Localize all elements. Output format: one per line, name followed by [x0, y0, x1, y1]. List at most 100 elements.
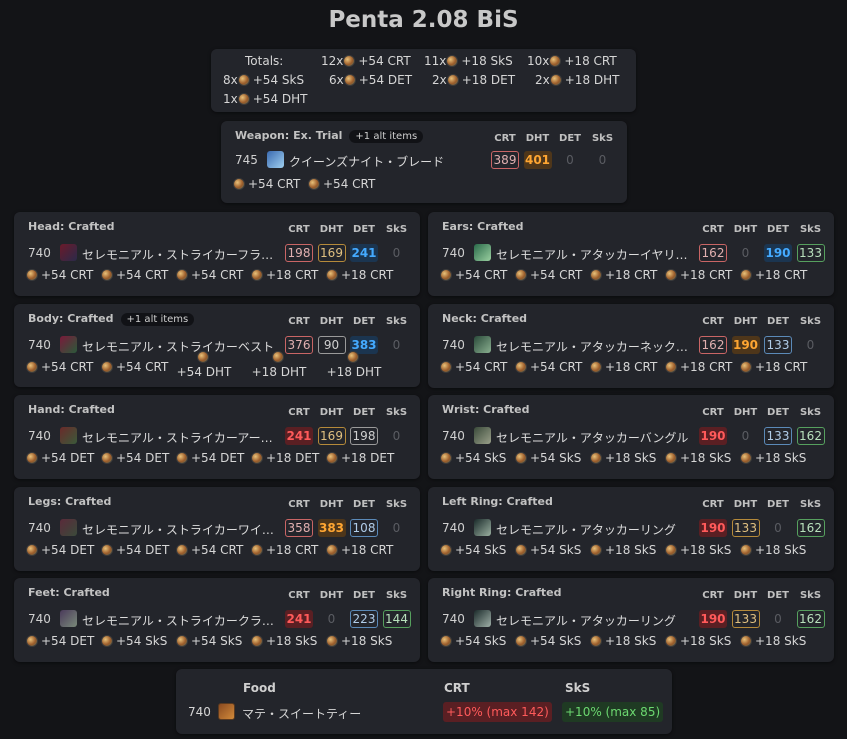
stat-value-crt: 241 [285, 427, 313, 445]
alt-items-badge[interactable]: +1 alt items [120, 313, 195, 326]
materia-icon [665, 361, 677, 373]
gear-card[interactable]: Hand: Crafted 740 セレモニアル・ストライカーアー… CRT 241 DH… [14, 395, 420, 479]
gear-card[interactable]: Head: Crafted 740 セレモニアル・ストライカーフラ… CRT 198 DH… [14, 212, 420, 296]
slot-label: Weapon: Ex. Trial [235, 129, 343, 142]
materia-slot: +18 SkS [590, 633, 656, 649]
totals-materia: +18 DET [461, 73, 516, 87]
totals-label: Totals: [245, 54, 284, 68]
materia-slot: +54 CRT [26, 359, 93, 375]
materia-slot: +54 SkS [515, 450, 581, 466]
item-level: 740 [28, 612, 51, 626]
stat-header-crt: CRT [288, 590, 310, 601]
stat-header-dht: DHT [733, 407, 758, 418]
materia-icon [271, 351, 284, 363]
materia-label: +18 CRT [605, 360, 658, 374]
gear-card[interactable]: Right Ring: Crafted 740 セレモニアル・アタッカーリング CRT… [428, 578, 834, 662]
gear-card[interactable]: Left Ring: Crafted 740 セレモニアル・アタッカーリング CRT 1… [428, 487, 834, 571]
stat-header-sks: SkS [799, 499, 822, 510]
materia-label: +54 DET [41, 634, 95, 648]
item-name[interactable]: セレモニアル・ストライカークラ… [82, 612, 278, 629]
materia-slot: +54 CRT [176, 267, 243, 283]
stat-header-dht: DHT [733, 499, 758, 510]
materia-icon [251, 452, 263, 464]
totals-count: 6x [329, 73, 344, 87]
slot-label: Wrist: Crafted [442, 403, 530, 416]
totals-count: 12x [321, 54, 344, 68]
earring-icon [474, 244, 491, 261]
gear-card[interactable]: Ears: Crafted 740 セレモニアル・アタッカーイヤリ… CRT 162 DH… [428, 212, 834, 296]
gear-card[interactable]: Wrist: Crafted 740 セレモニアル・アタッカーバングル CRT 190 D… [428, 395, 834, 479]
materia-slot: +18 CRT [326, 542, 393, 558]
stat-header-sks: SkS [385, 499, 408, 510]
materia-icon [326, 269, 338, 281]
materia-label: +54 CRT [116, 360, 169, 374]
stat-value-sks: 0 [598, 153, 607, 167]
stat-header-det: DET [353, 407, 375, 418]
item-name[interactable]: クイーンズナイト・ブレード [289, 153, 479, 170]
gear-card[interactable]: Feet: Crafted 740 セレモニアル・ストライカークラ… CRT 241 DH… [14, 578, 420, 662]
materia-label: +54 CRT [248, 177, 301, 191]
materia-slot: +18 DET [251, 450, 319, 466]
materia-label: +18 SkS [680, 451, 732, 465]
item-name[interactable]: セレモニアル・アタッカーイヤリ… [496, 246, 692, 263]
item-level: 745 [235, 153, 258, 167]
materia-slot: +54 SkS [101, 633, 167, 649]
materia-label: +18 DHT [251, 365, 307, 379]
materia-label: +18 SkS [605, 543, 657, 557]
slot-label: Right Ring: Crafted [442, 586, 562, 599]
food-ilvl: 740 [188, 705, 211, 719]
materia-icon [251, 269, 263, 281]
materia-label: +54 CRT [191, 268, 244, 282]
totals-count: 1x [223, 92, 238, 106]
alt-items-badge[interactable]: +1 alt items [349, 130, 424, 143]
materia-label: +18 DHT [326, 365, 382, 379]
materia-slot: +54 CRT [308, 176, 375, 192]
totals-panel: Totals: 12x +54 CRT 11x +18 SkS 10x +18 CRT 8x… [211, 49, 636, 112]
stat-value-dht: 190 [731, 336, 760, 354]
materia-icon [590, 544, 602, 556]
stat-value-crt: 190 [699, 519, 727, 537]
materia-label: +18 CRT [755, 360, 808, 374]
materia-icon [515, 269, 527, 281]
item-name[interactable]: セレモニアル・アタッカーネック… [496, 338, 692, 355]
materia-label: +54 DET [191, 451, 245, 465]
item-name[interactable]: セレモニアル・ストライカーフラ… [82, 246, 278, 263]
materia-label: +18 CRT [341, 268, 394, 282]
materia-slot: +18 SkS [590, 542, 656, 558]
helmet-icon [60, 244, 77, 261]
slot-title: Ears: Crafted [442, 220, 523, 233]
stat-header-crt: CRT [702, 224, 724, 235]
stat-value-det: 108 [350, 519, 378, 537]
stat-value-det: 133 [764, 427, 792, 445]
slot-label: Neck: Crafted [442, 312, 528, 325]
item-name[interactable]: セレモニアル・ストライカーワイ… [82, 521, 278, 538]
stat-header-dht: DHT [319, 499, 344, 510]
item-level: 740 [28, 338, 51, 352]
gear-card[interactable]: Body: Crafted +1 alt items 740 セレモニアル・ストライカ… [14, 304, 420, 387]
gear-card[interactable]: Neck: Crafted 740 セレモニアル・アタッカーネック… CRT 162 DH… [428, 304, 834, 388]
stat-value-sks: 0 [392, 338, 401, 352]
totals-entry: 8x +54 SkS [223, 71, 304, 89]
item-name[interactable]: セレモニアル・ストライカーアー… [82, 429, 278, 446]
item-name[interactable]: セレモニアル・アタッカーリング [496, 612, 692, 629]
materia-icon [26, 635, 38, 647]
slot-title: Body: Crafted +1 alt items [28, 312, 195, 326]
materia-icon [515, 544, 527, 556]
item-level: 740 [442, 612, 465, 626]
totals-entry: 2x +18 DET [432, 71, 515, 89]
materia-icon [26, 452, 38, 464]
stat-header-det: DET [353, 590, 375, 601]
materia-slot: +54 DET [101, 450, 169, 466]
stat-header-dht: DHT [733, 590, 758, 601]
totals-materia: +54 SkS [252, 73, 305, 87]
item-name[interactable]: セレモニアル・アタッカーリング [496, 521, 692, 538]
materia-label: +54 DET [41, 451, 95, 465]
item-name[interactable]: セレモニアル・アタッカーバングル [496, 429, 692, 446]
stat-header-crt: CRT [288, 224, 310, 235]
materia-label: +54 DET [116, 543, 170, 557]
weapon-card[interactable]: Weapon: Ex. Trial +1 alt items 745 クイーンズナイト… [221, 121, 627, 203]
food-card[interactable]: Food CRT SkS 740 マテ・スイートティー +10% (max 14… [176, 669, 672, 734]
gear-card[interactable]: Legs: Crafted 740 セレモニアル・ストライカーワイ… CRT 358 DH… [14, 487, 420, 571]
materia-icon [326, 635, 338, 647]
stat-header-det: DET [353, 316, 375, 327]
